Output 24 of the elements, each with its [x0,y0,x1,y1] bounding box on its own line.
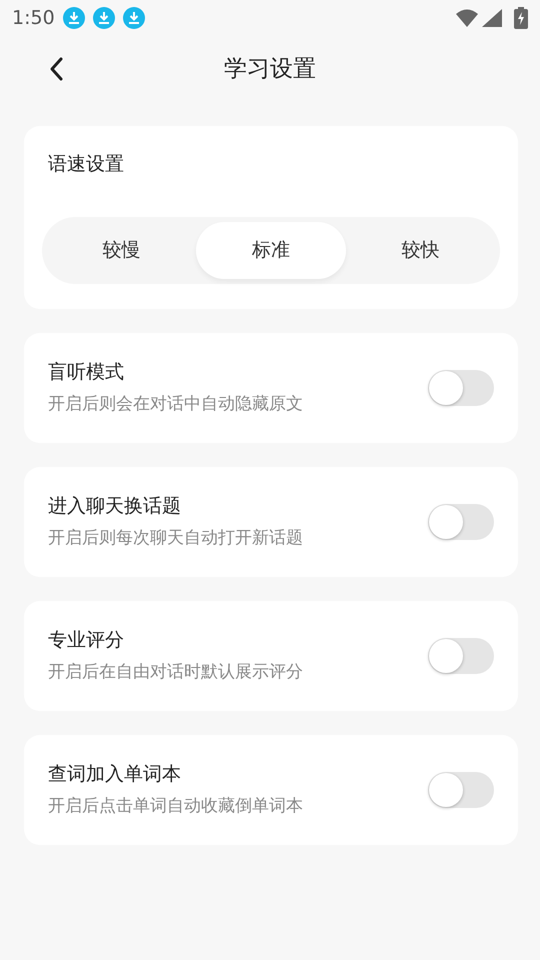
signal-icon [482,9,502,27]
download-icon [62,7,85,29]
page-title: 学习设置 [224,54,316,84]
setting-description: 开启后点击单词自动收藏倒单词本 [48,795,303,818]
toggle-switch[interactable] [428,370,494,406]
setting-title: 查词加入单词本 [48,762,182,786]
toggle-switch[interactable] [428,772,494,808]
speed-option[interactable]: 较快 [346,222,495,278]
setting-description: 开启后在自由对话时默认展示评分 [48,661,303,684]
speed-option[interactable]: 标准 [196,222,346,278]
battery-icon [514,7,528,29]
status-time: 1:50 [12,6,55,31]
download-icon [122,7,145,29]
setting-title: 专业评分 [48,628,125,652]
toggle-switch[interactable] [428,504,494,540]
setting-description: 开启后则每次聊天自动打开新话题 [48,527,303,550]
wifi-icon [456,9,478,27]
setting-title: 进入聊天换话题 [48,494,182,518]
speed-option[interactable]: 较慢 [47,222,196,278]
speed-title: 语速设置 [48,153,124,175]
setting-description: 开启后则会在对话中自动隐藏原文 [48,393,303,416]
download-icon [92,7,115,29]
toggle-switch[interactable] [428,638,494,674]
setting-title: 盲听模式 [48,360,125,384]
